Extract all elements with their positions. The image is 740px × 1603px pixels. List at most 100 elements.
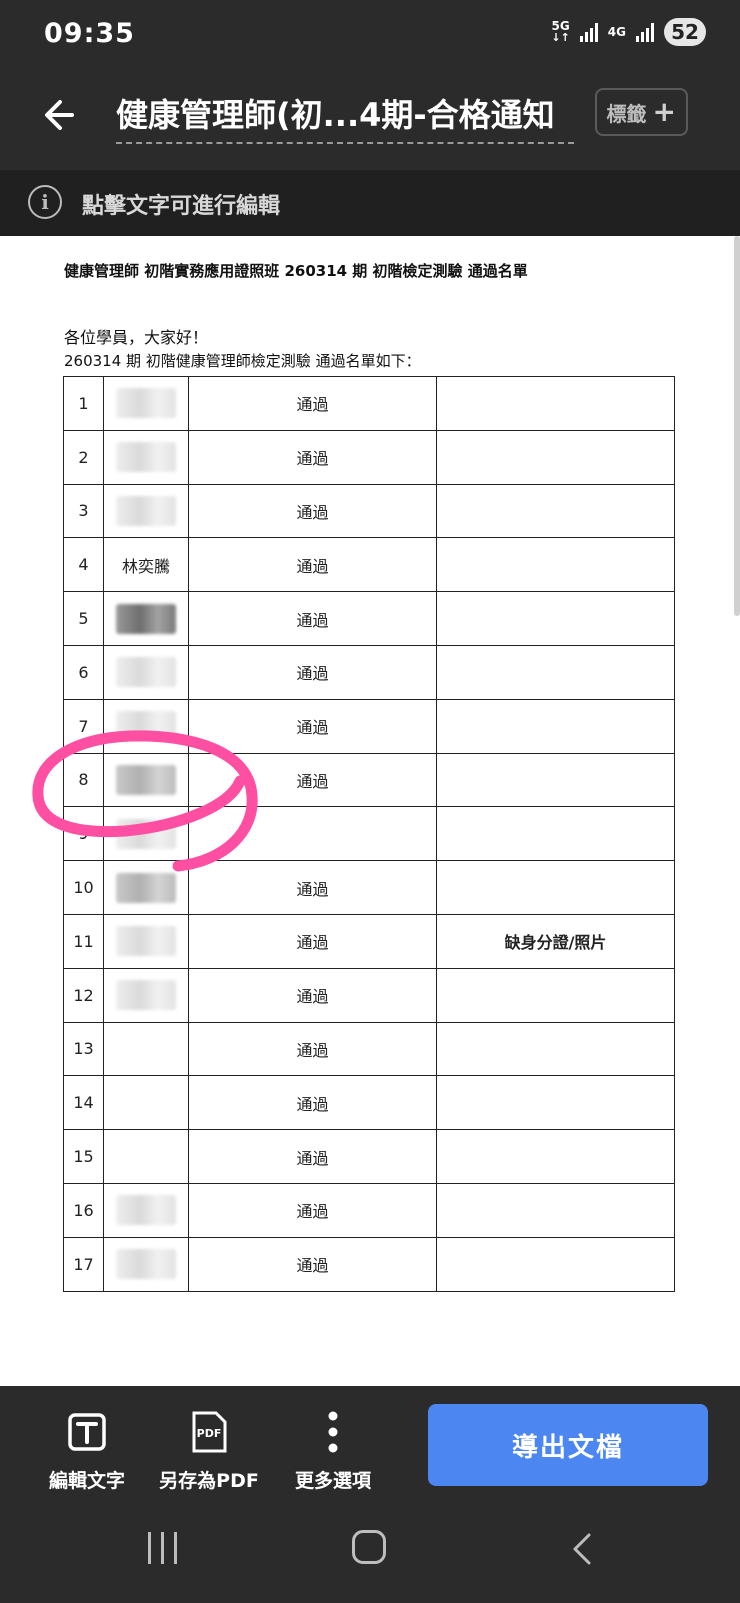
status-bar: 09:35 5G ↓↑ 4G 52 <box>0 0 740 70</box>
pass-status[interactable]: 通過 <box>188 376 437 431</box>
remark[interactable] <box>436 1021 675 1077</box>
table-row: 2 通過 <box>63 429 675 485</box>
student-name[interactable] <box>103 1021 189 1077</box>
student-name[interactable] <box>103 806 189 862</box>
recent-apps-button[interactable] <box>148 1532 177 1564</box>
row-number[interactable]: 17 <box>63 1236 104 1292</box>
remark[interactable] <box>436 1236 675 1292</box>
pass-status[interactable]: 通過 <box>188 1021 437 1077</box>
table-row: 1 通過 <box>63 376 675 431</box>
redacted-name <box>116 926 176 957</box>
pass-status[interactable]: 通過 <box>188 860 437 915</box>
remark[interactable] <box>436 806 675 862</box>
student-name[interactable] <box>103 483 189 539</box>
student-name[interactable] <box>103 913 189 969</box>
remark[interactable] <box>436 860 675 915</box>
document-title[interactable]: 健康管理師(初...4期-合格通知 <box>116 90 574 144</box>
remark[interactable] <box>436 591 675 646</box>
remark[interactable] <box>436 698 675 754</box>
pass-status[interactable]: 通過 <box>188 698 437 754</box>
home-button[interactable] <box>352 1530 386 1564</box>
pass-status[interactable]: 通過 <box>188 644 437 700</box>
student-name[interactable] <box>103 376 189 431</box>
remark[interactable] <box>436 1075 675 1131</box>
row-number[interactable]: 12 <box>63 967 104 1023</box>
student-name[interactable] <box>103 591 189 646</box>
table-row: 11 通過 缺身分證/照片 <box>63 913 675 969</box>
student-name[interactable] <box>103 698 189 754</box>
row-number[interactable]: 5 <box>63 591 104 646</box>
row-number[interactable]: 16 <box>63 1182 104 1238</box>
row-number[interactable]: 15 <box>63 1129 104 1184</box>
row-number[interactable]: 1 <box>63 376 104 431</box>
info-icon: i <box>28 185 62 219</box>
pass-status[interactable] <box>188 806 437 862</box>
remark[interactable] <box>436 537 675 593</box>
pass-status[interactable]: 通過 <box>188 1236 437 1292</box>
remark[interactable] <box>436 752 675 808</box>
table-row: 17 通過 <box>63 1236 675 1292</box>
table-row: 14 通過 <box>63 1075 675 1131</box>
student-name[interactable] <box>103 967 189 1023</box>
row-number[interactable]: 9 <box>63 806 104 862</box>
student-name[interactable] <box>103 429 189 485</box>
export-document-button[interactable]: 導出文檔 <box>428 1404 708 1486</box>
back-button[interactable] <box>40 94 82 136</box>
row-number[interactable]: 2 <box>63 429 104 485</box>
save-as-pdf-button[interactable]: PDF 另存為PDF <box>144 1408 274 1493</box>
plus-icon: + <box>652 95 676 128</box>
student-name[interactable] <box>103 752 189 808</box>
row-number[interactable]: 13 <box>63 1021 104 1077</box>
remark[interactable]: 缺身分證/照片 <box>436 913 675 969</box>
system-back-button[interactable] <box>566 1532 600 1566</box>
scrollbar[interactable] <box>734 236 740 616</box>
document-page[interactable]: 健康管理師 初階實務應用證照班 260314 期 初階檢定測驗 通過名單 各位學… <box>0 236 740 1386</box>
remark[interactable] <box>436 1129 675 1184</box>
document-intro[interactable]: 260314 期 初階健康管理師檢定測驗 通過名單如下： <box>64 350 421 371</box>
remark[interactable] <box>436 483 675 539</box>
row-number[interactable]: 8 <box>63 752 104 808</box>
row-number[interactable]: 14 <box>63 1075 104 1131</box>
remark[interactable] <box>436 376 675 431</box>
pass-status[interactable]: 通過 <box>188 1182 437 1238</box>
document-greeting[interactable]: 各位學員，大家好！ <box>64 324 208 348</box>
document-heading[interactable]: 健康管理師 初階實務應用證照班 260314 期 初階檢定測驗 通過名單 <box>64 260 528 281</box>
student-name[interactable] <box>103 1236 189 1292</box>
student-name[interactable] <box>103 1129 189 1184</box>
pass-status[interactable]: 通過 <box>188 483 437 539</box>
row-number[interactable]: 10 <box>63 860 104 915</box>
row-number[interactable]: 7 <box>63 698 104 754</box>
row-number[interactable]: 11 <box>63 913 104 969</box>
pass-status[interactable]: 通過 <box>188 1075 437 1131</box>
student-name[interactable]: 林奕騰 <box>103 537 189 593</box>
pass-status[interactable]: 通過 <box>188 537 437 593</box>
student-name[interactable] <box>103 860 189 915</box>
pass-status[interactable]: 通過 <box>188 591 437 646</box>
pass-status[interactable]: 通過 <box>188 752 437 808</box>
network-4g-indicator: 4G <box>607 25 626 39</box>
row-number[interactable]: 6 <box>63 644 104 700</box>
row-number[interactable]: 4 <box>63 537 104 593</box>
redacted-name <box>116 818 176 849</box>
add-tag-button[interactable]: 標籤 + <box>594 88 688 136</box>
edit-text-button[interactable]: 編輯文字 <box>22 1408 152 1493</box>
student-name[interactable] <box>103 644 189 700</box>
redacted-name <box>116 603 176 634</box>
pass-status[interactable]: 通過 <box>188 913 437 969</box>
remark[interactable] <box>436 429 675 485</box>
more-options-button[interactable]: 更多選項 <box>268 1408 398 1493</box>
table-row: 5 通過 <box>63 591 675 646</box>
signal-icon <box>579 22 598 42</box>
pass-status[interactable]: 通過 <box>188 967 437 1023</box>
table-row: 13 通過 <box>63 1021 675 1077</box>
pass-status[interactable]: 通過 <box>188 429 437 485</box>
student-name[interactable] <box>103 1182 189 1238</box>
row-number[interactable]: 3 <box>63 483 104 539</box>
remark[interactable] <box>436 967 675 1023</box>
remark[interactable] <box>436 1182 675 1238</box>
table-row: 15 通過 <box>63 1129 675 1184</box>
student-name[interactable] <box>103 1075 189 1131</box>
remark[interactable] <box>436 644 675 700</box>
redacted-name <box>116 442 176 473</box>
pass-status[interactable]: 通過 <box>188 1129 437 1184</box>
